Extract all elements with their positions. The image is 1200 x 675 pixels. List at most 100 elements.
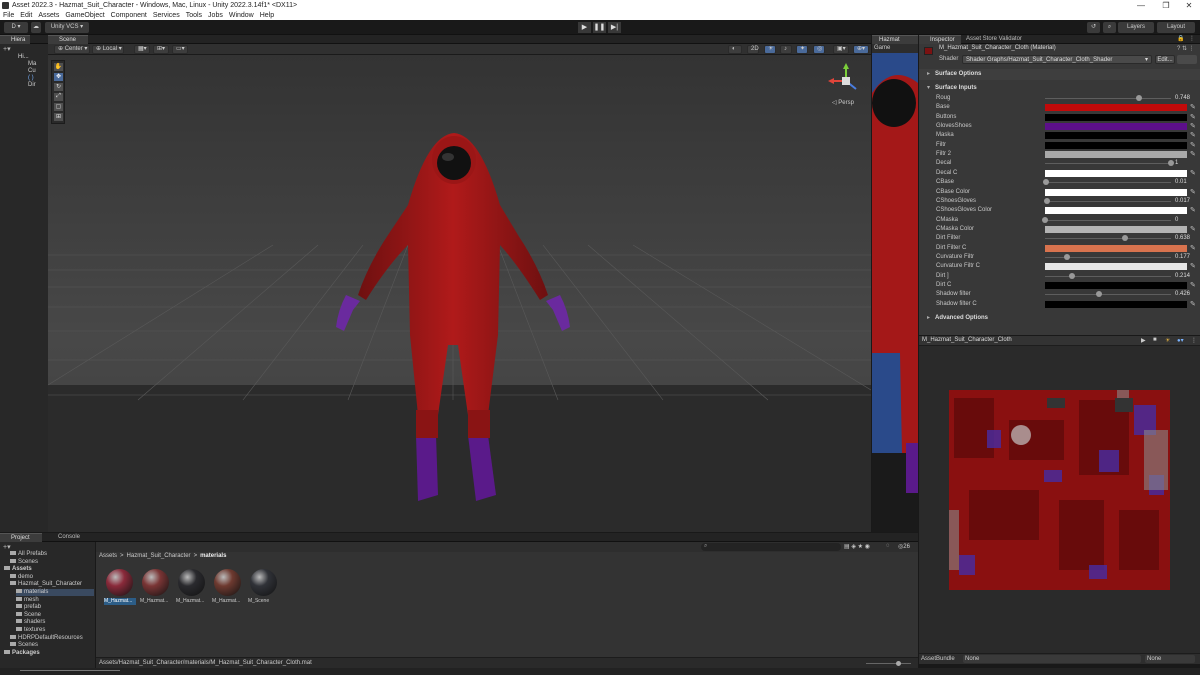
folder-tree-item[interactable]: Packages [4,649,94,657]
asset-tile[interactable]: M_Hazmat... [212,569,242,607]
shader-dropdown[interactable]: Shader Graphs/Hazmat_Suit_Character_Clot… [962,55,1152,64]
pivot-dropdown[interactable]: ⊕ Center ▾ [54,45,90,54]
property-slider[interactable] [1045,291,1171,298]
property-value-field[interactable]: 0.214 [1175,272,1190,281]
assetbundle-dropdown[interactable]: None [963,655,1141,663]
scene-view[interactable]: ✋ ✥ ↻ ⤢ ▢ ⊞ ◁ Persp [48,55,871,532]
eyedropper-icon[interactable]: ✎ [1190,282,1196,289]
slider-knob[interactable] [1068,272,1075,279]
transform-tool-icon[interactable]: ⊞ [54,113,63,121]
lighting-toggle[interactable]: ☀ [764,45,776,54]
slider-knob[interactable] [1095,291,1102,298]
menu-tools[interactable]: Tools [186,11,202,20]
property-value-field[interactable]: 0.177 [1175,253,1190,262]
color-field[interactable] [1045,188,1187,196]
account-button[interactable]: D ▾ [4,22,28,33]
menu-services[interactable]: Services [153,11,180,20]
property-slider[interactable] [1044,197,1171,204]
eyedropper-icon[interactable]: ✎ [1190,245,1196,252]
menu-file[interactable]: File [3,11,14,20]
move-tool-icon[interactable]: ✥ [54,73,63,81]
menu-gameobject[interactable]: GameObject [65,11,104,20]
color-field[interactable] [1045,169,1187,177]
hierarchy-item[interactable]: Ma [28,61,36,67]
edit-shader-button[interactable]: Edit... [1155,55,1175,64]
folder-tree-item[interactable]: Hazmat_Suit_Character [10,581,94,588]
surface-inputs-foldout[interactable]: ▾ Surface Inputs [919,83,1200,94]
tab-asset-store-validator[interactable]: Asset Store Validator [966,35,1022,44]
cloud-icon[interactable]: ☁ [31,22,41,33]
rect-tool-icon[interactable]: ▢ [54,103,63,111]
slider-knob[interactable] [1042,216,1048,223]
color-field[interactable] [1045,123,1187,131]
property-slider[interactable] [1042,216,1171,223]
color-field[interactable] [1045,225,1187,233]
tab-scene[interactable]: Scene [48,35,88,44]
slider-knob[interactable] [1044,197,1051,204]
menu-window[interactable]: Window [229,11,254,20]
search-icon[interactable]: ⌕ [1103,22,1116,33]
2d-toggle[interactable]: 2D [747,45,759,54]
shader-menu-button[interactable] [1177,55,1197,64]
rotate-tool-icon[interactable]: ↻ [54,83,63,91]
scale-tool-icon[interactable]: ⤢ [54,93,63,101]
tab-hierarchy[interactable]: Hiera [0,35,30,44]
folder-tree-item[interactable]: prefab [16,604,94,611]
eyedropper-icon[interactable]: ✎ [1190,104,1196,111]
asset-tile[interactable]: M_Scene [248,569,278,607]
color-field[interactable] [1045,151,1187,159]
folder-tree-item[interactable]: materials [16,589,94,596]
more-icon[interactable]: ⋮ [1191,337,1197,344]
more-icon[interactable]: ⋮ [1189,35,1195,44]
tab-console[interactable]: Console [50,533,80,542]
effects-toggle[interactable]: ✦ [796,45,808,54]
maximize-button[interactable]: ❐ [1155,0,1177,11]
asset-tile[interactable]: M_Hazmat... [140,569,170,607]
game-display-label[interactable]: Game [874,45,890,51]
property-value-field[interactable]: 0.426 [1175,290,1190,299]
tab-inspector[interactable]: Inspector [919,35,961,44]
tab-game-hazmat[interactable]: Hazmat [872,35,918,44]
property-slider[interactable] [1045,272,1171,279]
game-view[interactable] [872,53,918,532]
hidden-objects-toggle[interactable]: ◎ [813,45,825,54]
folder-tree-item[interactable]: textures [16,627,94,634]
stop-preview-icon[interactable]: ■ [1153,337,1157,343]
space-dropdown[interactable]: ⊕ Local ▾ [92,45,124,54]
light-preview-icon[interactable]: ☀ [1165,337,1170,344]
property-value-field[interactable]: 0.748 [1175,94,1190,103]
menu-edit[interactable]: Edit [20,11,32,20]
menu-component[interactable]: Component [111,11,147,20]
mesh-preview-icon[interactable]: ●▾ [1177,337,1184,344]
asset-tile[interactable]: M_Hazmat... [104,569,136,607]
menu-assets[interactable]: Assets [38,11,59,20]
color-field[interactable] [1045,282,1187,289]
folder-tree-item[interactable]: Scenes [10,558,94,566]
menu-jobs[interactable]: Jobs [208,11,223,20]
slider-knob[interactable] [1136,95,1143,101]
history-icon[interactable]: ↺ [1087,22,1100,33]
camera-settings-button[interactable]: ▣▾ [833,45,849,54]
gizmo-toolbar-button[interactable]: ▭▾ [172,45,188,54]
play-preview-icon[interactable]: ▶ [1141,337,1146,344]
eyedropper-icon[interactable]: ✎ [1190,207,1196,214]
close-button[interactable]: ✕ [1178,0,1200,11]
color-field[interactable] [1045,263,1187,271]
eyedropper-icon[interactable]: ✎ [1190,226,1196,233]
asset-tile[interactable]: M_Hazmat... [176,569,206,607]
step-button[interactable]: ▶| [608,22,621,33]
color-field[interactable] [1045,132,1187,140]
slider-knob[interactable] [1122,235,1129,242]
vcs-button[interactable]: Unity VCS ▾ [45,22,89,33]
folder-tree-item[interactable]: All Prefabs [10,551,94,558]
eyedropper-icon[interactable]: ✎ [1190,123,1196,130]
color-field[interactable] [1045,141,1187,149]
lock-icon[interactable]: 🔒 [1177,35,1184,44]
eyedropper-icon[interactable]: ✎ [1190,142,1196,149]
folder-tree-item[interactable]: Scenes [10,642,94,649]
eyedropper-icon[interactable]: ✎ [1190,132,1196,139]
layers-dropdown[interactable]: Layers [1118,22,1154,33]
hand-tool-icon[interactable]: ✋ [54,63,63,71]
property-slider[interactable] [1045,95,1171,101]
advanced-options-foldout[interactable]: ▸ Advanced Options [919,313,1200,324]
